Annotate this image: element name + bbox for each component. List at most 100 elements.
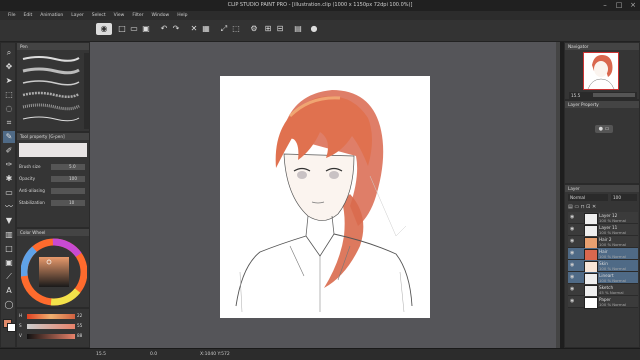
save-icon[interactable]: ▣ bbox=[140, 23, 152, 35]
color-wheel-panel: Color Wheel bbox=[16, 228, 90, 308]
sub-tool-list bbox=[19, 53, 83, 129]
menu-window[interactable]: Window bbox=[147, 11, 173, 20]
redo-icon[interactable]: ↷ bbox=[170, 23, 182, 35]
eye-icon[interactable]: ◉ bbox=[570, 299, 575, 304]
eye-icon[interactable]: ◉ bbox=[570, 251, 575, 256]
deselect-icon[interactable]: ⬚ bbox=[230, 23, 242, 35]
canvas-paper[interactable] bbox=[220, 76, 430, 318]
minimize-button[interactable]: – bbox=[598, 0, 612, 11]
delete-layer-icon[interactable]: ✕ bbox=[592, 204, 596, 210]
saturation-slider-row[interactable]: S 55 bbox=[19, 323, 89, 331]
brush-tool-icon[interactable]: ✑ bbox=[3, 159, 15, 171]
brush-size-row[interactable]: Brush size 5.0 bbox=[19, 163, 87, 173]
hue-slider-row[interactable]: H 22 bbox=[19, 313, 89, 321]
ruler-icon[interactable]: ⊟ bbox=[274, 23, 286, 35]
eye-icon[interactable]: ◉ bbox=[570, 263, 575, 268]
eyedropper-tool-icon[interactable]: ⌗ bbox=[3, 117, 15, 129]
clip-studio-icon[interactable]: ◉ bbox=[96, 23, 112, 35]
grid-icon[interactable]: ▤ bbox=[292, 23, 304, 35]
opacity-slider[interactable] bbox=[51, 176, 85, 182]
airbrush-tool-icon[interactable]: ✱ bbox=[3, 173, 15, 185]
stabilization-row[interactable]: Stabilization 10 bbox=[19, 199, 87, 209]
sub-tool-panel-title: Pen bbox=[17, 43, 89, 50]
blend-mode-select[interactable]: Normal bbox=[568, 194, 608, 201]
layer-row[interactable]: ◉ Layer 12 100 % Normal bbox=[568, 212, 638, 225]
menu-select[interactable]: Select bbox=[88, 11, 110, 20]
selection-tool-icon[interactable]: ⬚ bbox=[3, 89, 15, 101]
undo-icon[interactable]: ↶ bbox=[158, 23, 170, 35]
layer-opacity-field[interactable]: 100 bbox=[611, 194, 637, 201]
hue-slider[interactable] bbox=[27, 314, 75, 319]
maximize-button[interactable]: □ bbox=[612, 0, 626, 11]
clear-icon[interactable]: ✕ bbox=[188, 23, 200, 35]
value-slider-row[interactable]: V 88 bbox=[19, 333, 89, 341]
ruler-tool-icon[interactable]: ⟋ bbox=[3, 271, 15, 283]
layer-row[interactable]: ◉ Sketch 45 % Normal bbox=[568, 284, 638, 297]
gradient-tool-icon[interactable]: ▥ bbox=[3, 229, 15, 241]
anti-aliasing-row[interactable]: Anti-aliasing bbox=[19, 187, 87, 197]
settings-icon[interactable]: ⚙ bbox=[248, 23, 260, 35]
balloon-tool-icon[interactable]: ◯ bbox=[3, 299, 15, 311]
layer-row[interactable]: ◉ Hair 100 % Normal bbox=[568, 248, 638, 261]
frame-tool-icon[interactable]: ▣ bbox=[3, 257, 15, 269]
pencil-tool-icon[interactable]: ✐ bbox=[3, 145, 15, 157]
new-icon[interactable]: □ bbox=[116, 23, 128, 35]
eye-icon[interactable]: ◉ bbox=[570, 227, 575, 232]
new-folder-icon[interactable]: ▭ bbox=[574, 204, 579, 210]
stabilization-value: 10 bbox=[69, 200, 75, 205]
layer-row[interactable]: ◉ Layer 11 100 % Normal bbox=[568, 224, 638, 237]
menu-view[interactable]: View bbox=[110, 11, 129, 20]
eye-icon[interactable]: ◉ bbox=[570, 287, 575, 292]
lock-layer-icon[interactable]: ⊡ bbox=[586, 204, 590, 210]
saturation-slider[interactable] bbox=[27, 324, 75, 329]
menu-file[interactable]: File bbox=[4, 11, 20, 20]
eye-icon[interactable]: ◉ bbox=[570, 275, 575, 280]
menu-help[interactable]: Help bbox=[173, 11, 191, 20]
navigator-zoom-row[interactable]: 15.5 bbox=[569, 92, 637, 99]
open-icon[interactable]: ▭ bbox=[128, 23, 140, 35]
navigator-preview[interactable] bbox=[583, 52, 619, 90]
sub-tool-scrollbar[interactable] bbox=[84, 53, 89, 129]
layer-effect-toggle[interactable]: ● ▭ bbox=[595, 125, 613, 133]
eye-icon[interactable]: ◉ bbox=[570, 215, 575, 220]
transform-icon[interactable]: ⤢ bbox=[218, 23, 230, 35]
lasso-tool-icon[interactable]: ◌ bbox=[3, 103, 15, 115]
brush-size-slider[interactable] bbox=[51, 164, 85, 170]
layer-row[interactable]: ◉ Hair 2 100 % Normal bbox=[568, 236, 638, 249]
pen-tool-icon[interactable]: ✎ bbox=[3, 131, 15, 143]
menu-edit[interactable]: Edit bbox=[20, 11, 37, 20]
menu-filter[interactable]: Filter bbox=[128, 11, 147, 20]
color-wheel[interactable] bbox=[21, 238, 87, 306]
fill-icon[interactable]: ▦ bbox=[200, 23, 212, 35]
canvas-vertical-scrollbar[interactable] bbox=[556, 42, 560, 348]
value-slider[interactable] bbox=[27, 334, 75, 339]
move-tool-icon[interactable]: ✥ bbox=[3, 61, 15, 73]
anti-aliasing-label: Anti-aliasing bbox=[19, 188, 45, 193]
blend-tool-icon[interactable]: 〰 bbox=[3, 201, 15, 213]
eraser-tool-icon[interactable]: ▭ bbox=[3, 187, 15, 199]
illustration bbox=[235, 90, 413, 313]
info-icon[interactable]: ● bbox=[308, 23, 320, 35]
layer-row[interactable]: ◉ Lineart 100 % Normal bbox=[568, 272, 638, 285]
close-button[interactable]: × bbox=[626, 0, 640, 11]
operation-tool-icon[interactable]: ➤ bbox=[3, 75, 15, 87]
layer-row[interactable]: ◉ Skin 100 % Normal bbox=[568, 260, 638, 273]
new-layer-icon[interactable]: ▤ bbox=[568, 204, 573, 210]
stabilization-slider[interactable] bbox=[51, 200, 85, 206]
snap-icon[interactable]: ⊞ bbox=[262, 23, 274, 35]
zoom-tool-icon[interactable]: ⌕ bbox=[3, 47, 15, 59]
menu-layer[interactable]: Layer bbox=[67, 11, 88, 20]
eye-icon[interactable]: ◉ bbox=[570, 239, 575, 244]
opacity-row[interactable]: Opacity 100 bbox=[19, 175, 87, 185]
navigator-zoom-slider[interactable] bbox=[593, 93, 635, 97]
stabilization-label: Stabilization bbox=[19, 200, 45, 205]
figure-tool-icon[interactable]: □ bbox=[3, 243, 15, 255]
menu-animation[interactable]: Animation bbox=[36, 11, 67, 20]
clip-layer-icon[interactable]: ⊓ bbox=[581, 204, 585, 210]
text-tool-icon[interactable]: A bbox=[3, 285, 15, 297]
sub-color-swatch[interactable] bbox=[7, 323, 16, 332]
fill-tool-icon[interactable]: ▼ bbox=[3, 215, 15, 227]
layer-row[interactable]: ◉ Paper 100 % Normal bbox=[568, 296, 638, 309]
anti-aliasing-selector[interactable] bbox=[51, 188, 85, 194]
tool-property-panel: Tool property [G-pen] Brush size 5.0 Opa… bbox=[16, 132, 90, 228]
